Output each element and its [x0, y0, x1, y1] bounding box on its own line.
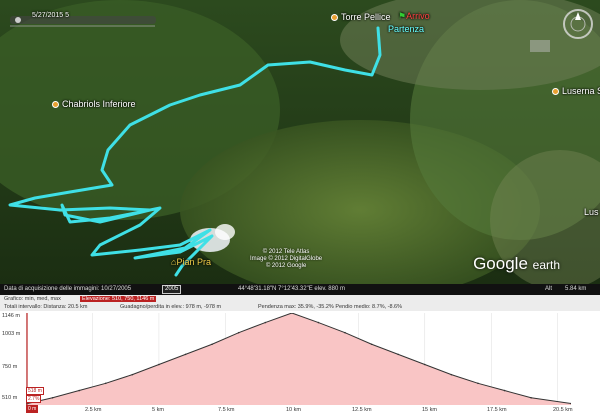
y-tick: 1146 m [2, 313, 20, 319]
x-tick: 17.5 km [487, 407, 507, 413]
profile-chart[interactable] [26, 313, 571, 405]
elevation-point [264, 321, 267, 324]
elevation-point [477, 382, 479, 385]
x-tick: 5 km [152, 407, 164, 413]
status-bar: Data di acquisizione delle immagini: 10/… [0, 284, 600, 295]
elevation-point [104, 382, 107, 385]
x-tick: 12.5 km [352, 407, 372, 413]
place-dot-icon [52, 101, 59, 109]
interval-distance: Totali intervallo: Distanza: 20.5 km [4, 304, 88, 310]
flag-icon: ⚑ [398, 11, 407, 21]
map-attribution: © 2012 Tele Atlas Image © 2012 DigitalGl… [250, 249, 323, 269]
elevation-point [344, 331, 346, 334]
x-tick: 20.5 km [553, 407, 573, 413]
marker-pian-pra[interactable]: ⌂Pian Pra [171, 257, 211, 267]
profile-header: Grafico: min, med, max Elevazione: 510, … [0, 295, 600, 311]
time-slider-handle[interactable] [15, 17, 21, 23]
acquisition-date: Data di acquisizione delle immagini: 10/… [4, 286, 132, 292]
graph-label: Grafico: min, med, max [4, 296, 61, 302]
y-tick: 1003 m [2, 331, 21, 337]
elevation-point [317, 321, 320, 324]
elevation-point [530, 396, 532, 399]
place-dot-icon [331, 14, 338, 22]
elevation-point [211, 343, 213, 346]
elevation-point [237, 331, 240, 334]
elevation-gain: Guadagno/perdita in elev.: 978 m, -978 m [120, 304, 222, 310]
x-tick: 2.5 km [85, 407, 102, 413]
x-tick: 7.5 km [218, 407, 235, 413]
elevation-point [503, 389, 506, 392]
place-chabriols[interactable]: Chabriols Inferiore [52, 99, 136, 109]
imagery-year-button[interactable]: 2005 [162, 285, 182, 294]
place-luserna[interactable]: Luserna S [552, 86, 600, 96]
start-slope-box: 2.7% [26, 395, 42, 403]
elevation-point [370, 343, 373, 346]
elevation-point [158, 363, 160, 366]
alt-label: Alt [545, 286, 553, 292]
y-tick: 510 m [2, 395, 18, 401]
cursor-coords: 44°48'31.18"N 7°12'43.32"E elev. 880 m [238, 286, 345, 292]
elevation-point [397, 353, 399, 356]
elevation-point [51, 396, 54, 399]
marker-partenza[interactable]: Partenza [388, 24, 424, 34]
satellite-map[interactable]: 5/27/2015 5 Chabriols Inferiore Torre Pe… [0, 0, 600, 284]
elevation-point [78, 389, 80, 392]
time-slider-label: 5/27/2015 5 [32, 12, 69, 19]
google-earth-logo: Google earth [473, 254, 560, 273]
start-elev-box: 518 m [26, 387, 44, 395]
elevation-point [184, 353, 187, 356]
start-dist-box: 0 m [26, 405, 39, 413]
x-tick: 15 km [422, 407, 437, 413]
elevation-point [423, 363, 426, 366]
x-tick: 10 km [286, 407, 301, 413]
place-lus[interactable]: Lus [584, 207, 599, 217]
elevation-area [26, 313, 571, 405]
elevation-point [450, 373, 453, 376]
elevation-stats[interactable]: Elevazione: 510, 750, 1146 m [80, 296, 157, 302]
terrain [0, 0, 600, 284]
elevation-point [131, 373, 134, 376]
marker-arrivo[interactable]: ⚑Arrivo [398, 11, 430, 22]
place-torre-pellice[interactable]: Torre Pellice [331, 12, 391, 22]
alt-value: 5.84 km [565, 286, 587, 292]
y-tick: 750 m [2, 364, 18, 370]
slope-stats: Pendenza max: 35.9%, -35.2% Pendio medio… [258, 304, 403, 310]
place-dot-icon [552, 88, 559, 96]
elevation-profile[interactable]: Grafico: min, med, max Elevazione: 510, … [0, 295, 600, 415]
